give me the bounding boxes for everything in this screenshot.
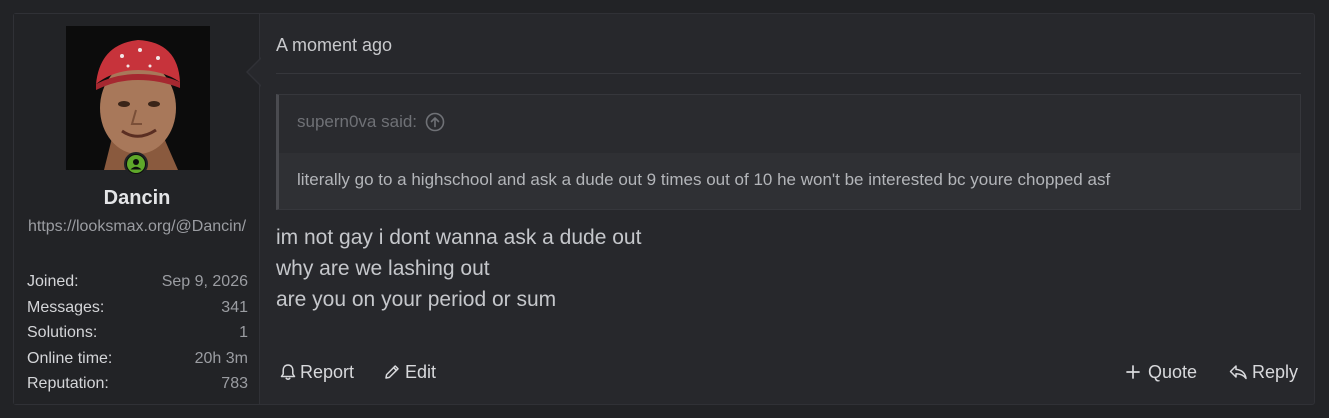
stat-label: Solutions: [27, 324, 98, 341]
quote-label[interactable]: Quote [1148, 360, 1197, 384]
stat-joined: Joined: Sep 9, 2026 [27, 269, 248, 295]
reply-icon [1228, 363, 1248, 381]
stat-messages: Messages: 341 [27, 295, 248, 321]
stat-value: Sep 9, 2026 [161, 273, 248, 290]
username[interactable]: Dancin [14, 186, 260, 210]
stat-online-time: Online time: 20h 3m [27, 346, 248, 372]
post-timestamp[interactable]: A moment ago [276, 33, 392, 57]
user-profile-url: https://looksmax.org/@Dancin/ [27, 218, 247, 235]
header-divider [276, 73, 1301, 74]
stat-solutions: Solutions: 1 [27, 320, 248, 346]
report-button[interactable]: Report [280, 360, 354, 384]
quote-text: literally go to a highschool and ask a d… [279, 153, 1300, 209]
post-message: im not gay i dont wanna ask a dude out w… [276, 222, 641, 315]
plus-icon [1126, 365, 1140, 379]
stat-label: Joined: [27, 273, 79, 290]
edit-label[interactable]: Edit [405, 360, 436, 384]
edit-button[interactable]: Edit [383, 360, 436, 384]
stat-value: 783 [221, 375, 248, 392]
user-online-icon [124, 152, 148, 176]
post-card: Dancin https://looksmax.org/@Dancin/ Joi… [13, 13, 1315, 405]
user-avatar[interactable] [66, 26, 210, 170]
quote-attribution[interactable]: supern0va said: [297, 111, 445, 133]
arrow-up-circle-icon[interactable] [425, 112, 445, 132]
pencil-icon [383, 363, 401, 381]
reply-button[interactable]: Reply [1228, 360, 1298, 384]
quote-block: supern0va said: literally go to a highsc… [276, 94, 1301, 210]
stat-label: Online time: [27, 349, 113, 367]
post-pointer-arrow-inner [248, 58, 262, 86]
quote-button[interactable]: Quote [1126, 360, 1197, 384]
stat-label: Messages: [27, 298, 105, 316]
bell-icon [280, 363, 296, 381]
stat-label: Reputation: [27, 375, 109, 392]
user-stats: Joined: Sep 9, 2026 Messages: 341 Soluti… [27, 269, 248, 397]
stat-value: 1 [239, 324, 248, 341]
message-line: why are we lashing out [276, 257, 490, 280]
stat-value: 20h 3m [194, 349, 248, 367]
message-line: im not gay i dont wanna ask a dude out [276, 226, 642, 249]
reply-label[interactable]: Reply [1252, 360, 1298, 384]
stat-value: 341 [221, 298, 248, 316]
report-label[interactable]: Report [300, 360, 354, 384]
stat-reputation: Reputation: 783 [27, 371, 248, 397]
message-line: are you on your period or sum [276, 288, 557, 311]
user-sidebar: Dancin https://looksmax.org/@Dancin/ Joi… [14, 14, 260, 404]
quote-author[interactable]: supern0va said: [297, 111, 417, 133]
